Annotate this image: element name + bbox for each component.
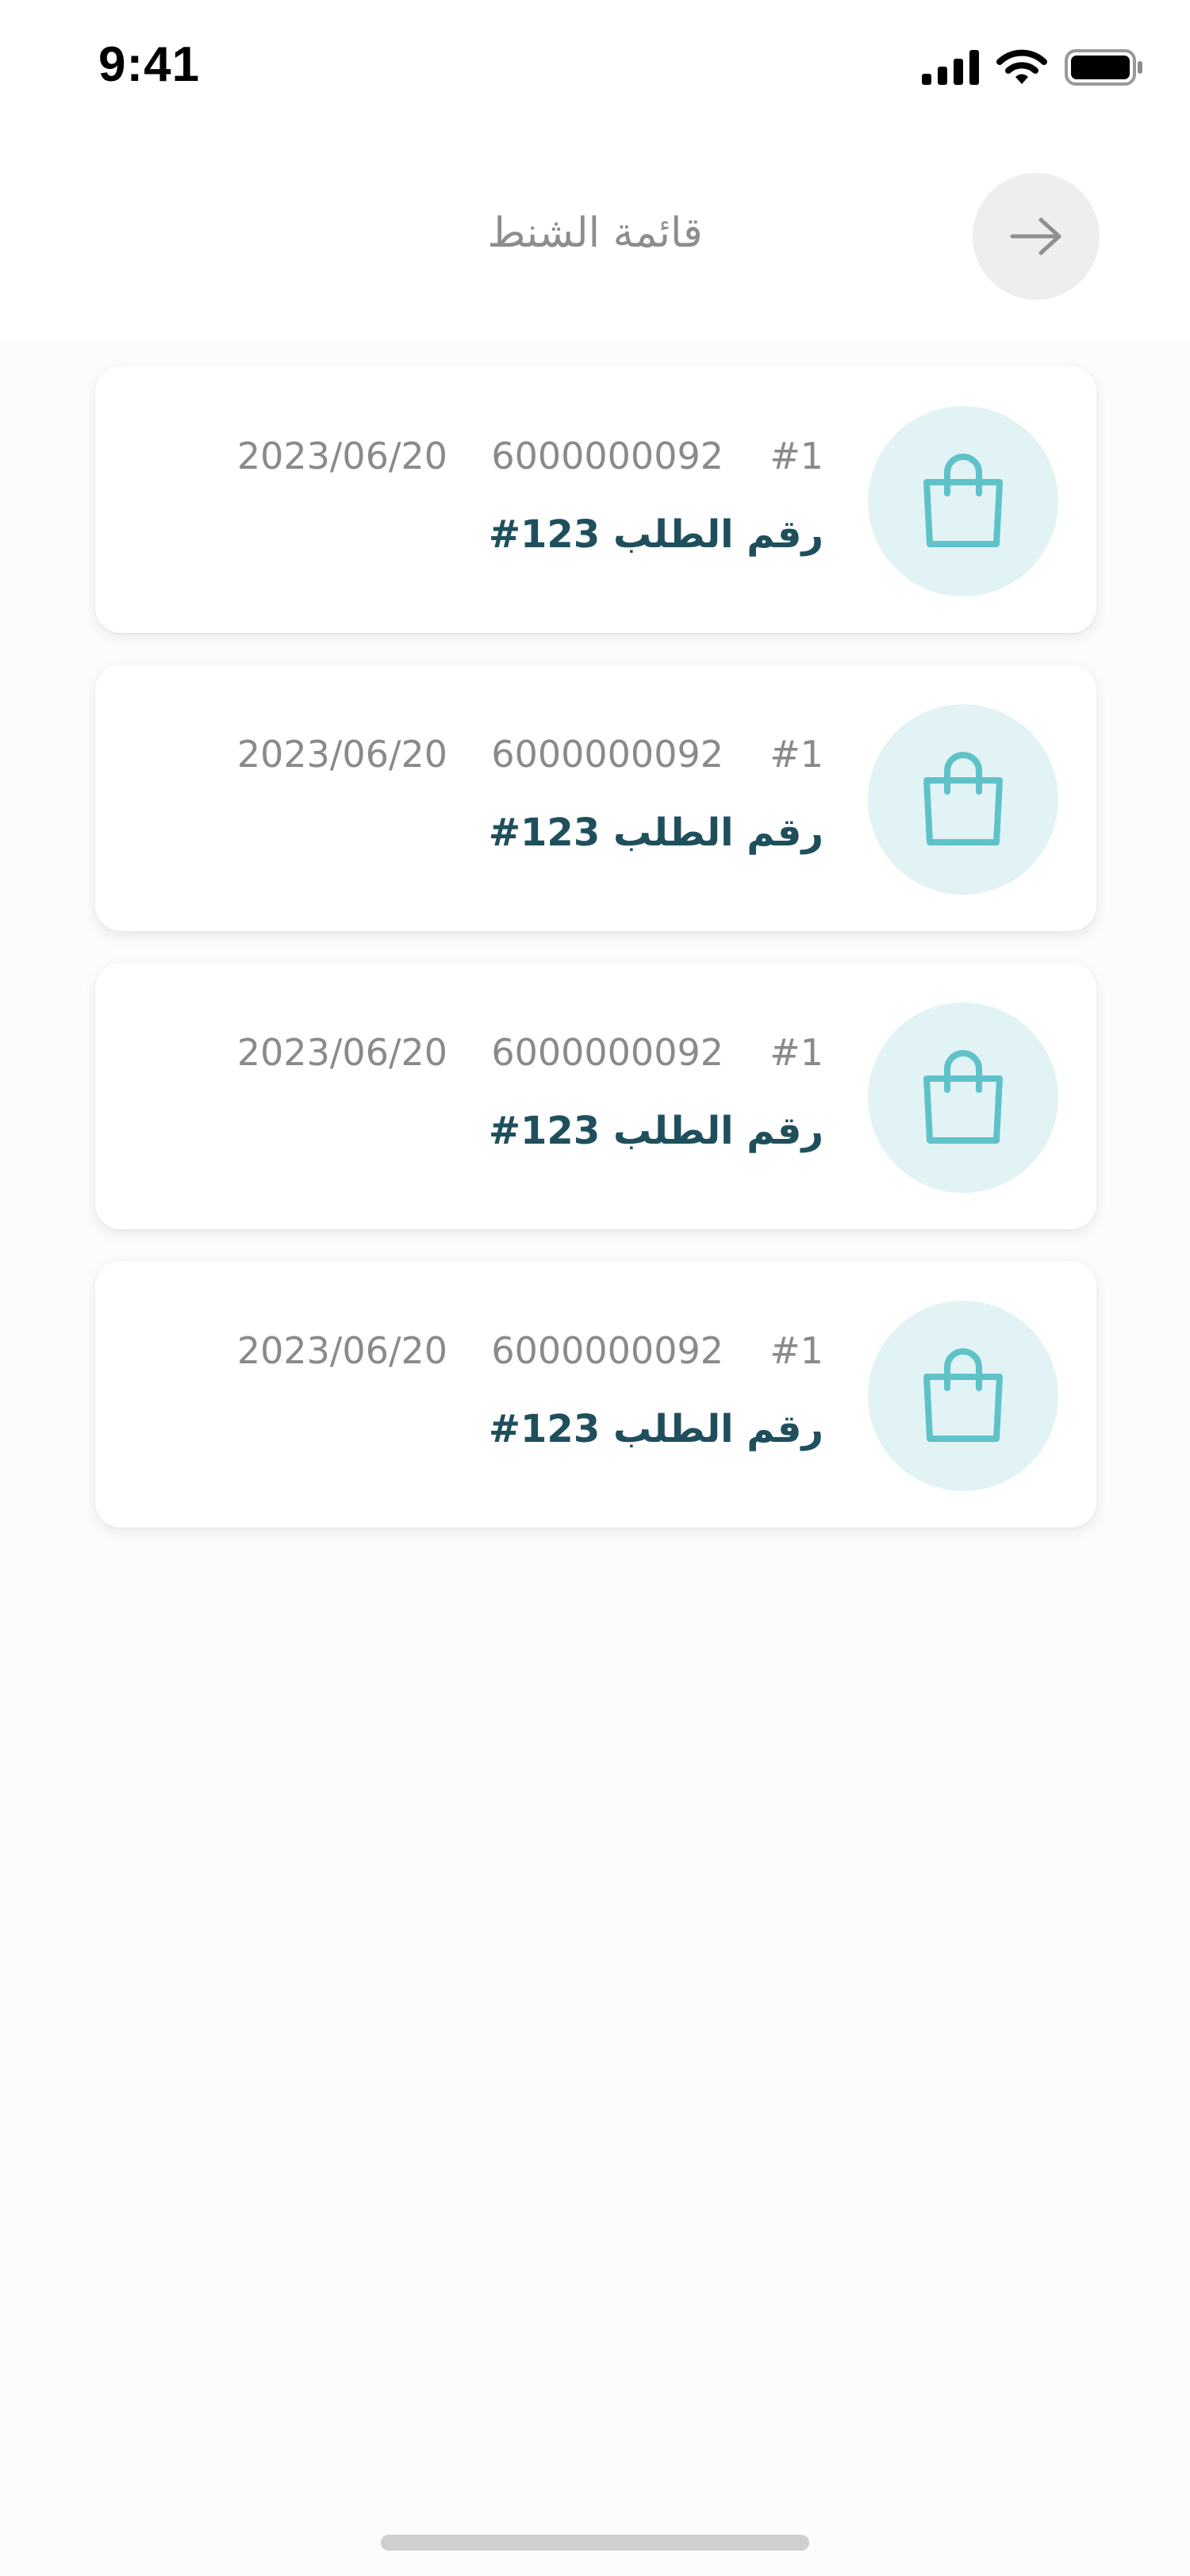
shopping-bag-icon <box>923 1348 1003 1442</box>
bag-index: #1 <box>770 435 823 477</box>
bag-date: 2023/06/20 <box>236 1329 447 1372</box>
bag-card[interactable]: #1 6000000092 2023/06/20 رقم الطلب 123# <box>95 665 1096 931</box>
order-number-title: رقم الطلب 123# <box>488 1407 823 1451</box>
bag-card[interactable]: #1 6000000092 2023/06/20 رقم الطلب 123# <box>95 1261 1096 1528</box>
home-indicator[interactable] <box>381 2535 809 2551</box>
order-number-title: رقم الطلب 123# <box>488 811 823 855</box>
status-time: 9:41 <box>98 37 201 92</box>
bag-date: 2023/06/20 <box>236 1031 447 1074</box>
bag-code: 6000000092 <box>491 733 724 776</box>
wifi-icon <box>996 49 1047 84</box>
status-bar: 9:41 <box>0 0 1190 140</box>
bag-code: 6000000092 <box>491 1329 724 1372</box>
shopping-bag-icon <box>923 752 1003 845</box>
bag-code: 6000000092 <box>491 435 724 477</box>
bag-code: 6000000092 <box>491 1031 724 1074</box>
bag-card[interactable]: #1 6000000092 2023/06/20 رقم الطلب 123# <box>95 366 1096 633</box>
bag-index: #1 <box>770 733 823 776</box>
bag-card[interactable]: #1 6000000092 2023/06/20 رقم الطلب 123# <box>95 963 1096 1229</box>
bag-icon-badge <box>868 704 1058 895</box>
battery-icon <box>1065 49 1142 86</box>
bag-date: 2023/06/20 <box>236 435 447 477</box>
bag-index: #1 <box>770 1031 823 1074</box>
bag-index: #1 <box>770 1329 823 1372</box>
header: قائمة الشنط <box>0 140 1190 339</box>
shopping-bag-icon <box>923 1050 1003 1144</box>
bag-date: 2023/06/20 <box>236 733 447 776</box>
bags-list: #1 6000000092 2023/06/20 رقم الطلب 123# … <box>95 366 1096 1559</box>
bag-icon-badge <box>868 406 1058 596</box>
bag-icon-badge <box>868 1301 1058 1491</box>
cellular-signal-icon <box>922 50 979 85</box>
back-button[interactable] <box>973 173 1100 300</box>
status-icons <box>922 49 1144 86</box>
order-number-title: رقم الطلب 123# <box>488 512 823 557</box>
shopping-bag-icon <box>923 454 1003 547</box>
arrow-right-icon <box>1010 217 1061 255</box>
bag-icon-badge <box>868 1002 1058 1193</box>
order-number-title: رقم الطلب 123# <box>488 1109 823 1153</box>
